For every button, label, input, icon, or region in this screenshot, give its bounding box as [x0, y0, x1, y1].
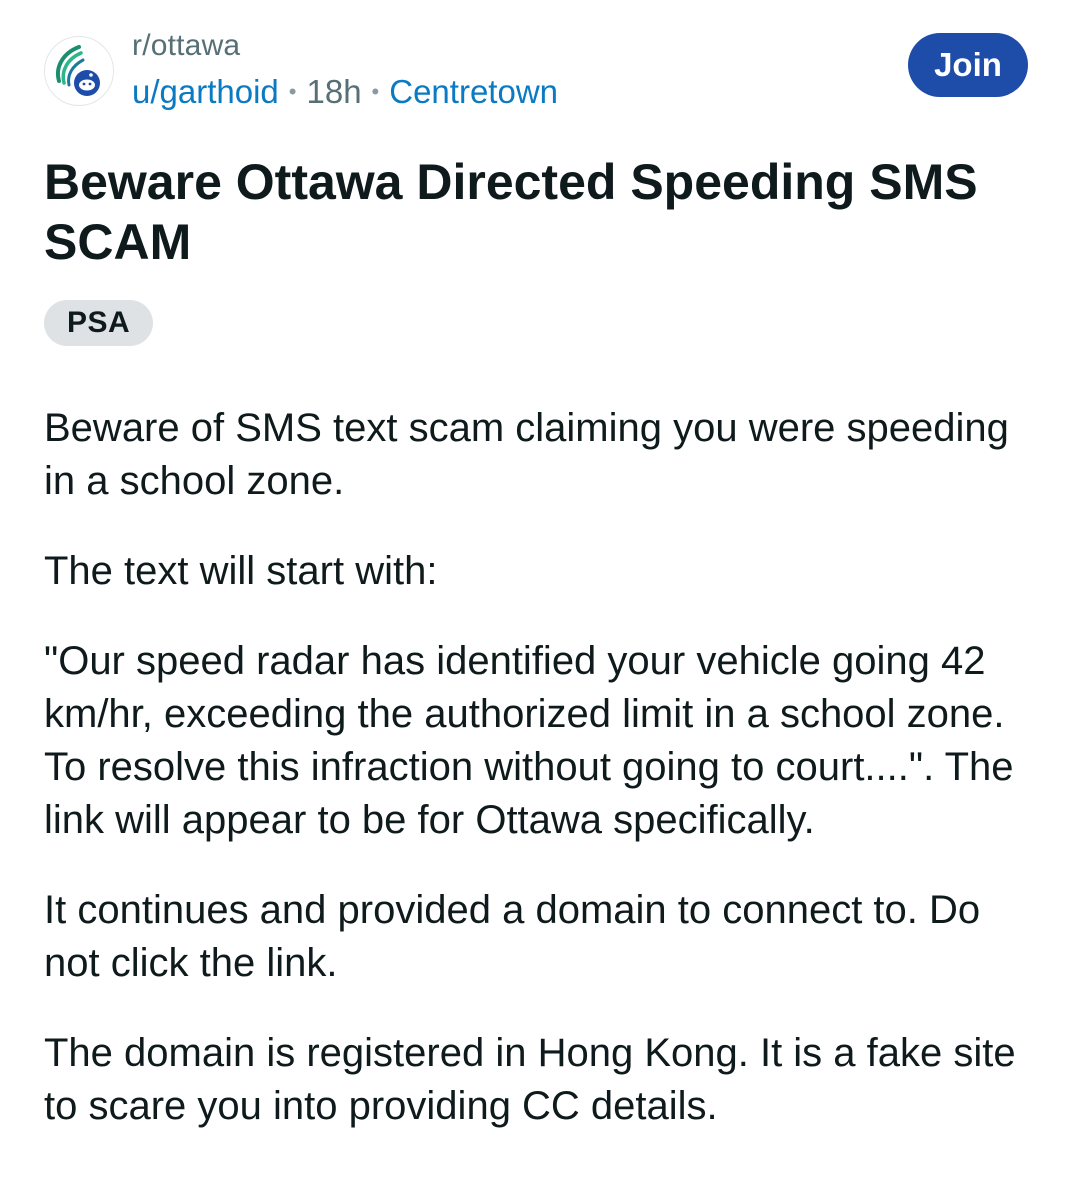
location-link[interactable]: Centretown: [389, 73, 558, 110]
post-byline: u/garthoid • 18h • Centretown: [132, 72, 558, 112]
separator-dot: •: [288, 79, 297, 104]
subreddit-name[interactable]: r/ottawa: [132, 28, 558, 64]
body-paragraph: Beware of SMS text scam claiming you wer…: [44, 406, 1009, 503]
post-header: r/ottawa u/garthoid • 18h • Centretown Join: [44, 28, 1028, 112]
body-paragraph: "Our speed radar has identified your veh…: [44, 639, 1014, 842]
author-link[interactable]: u/garthoid: [132, 73, 279, 110]
post-meta: r/ottawa u/garthoid • 18h • Centretown: [132, 28, 558, 112]
post-age: 18h: [306, 73, 362, 110]
body-paragraph: It continues and provided a domain to co…: [44, 888, 981, 985]
body-paragraph: The text will start with:: [44, 549, 438, 593]
separator-dot: •: [371, 79, 380, 104]
post-title[interactable]: Beware Ottawa Directed Speeding SMS SCAM: [44, 152, 1004, 272]
body-paragraph: The domain is registered in Hong Kong. I…: [44, 1031, 1016, 1128]
post-body: Beware of SMS text scam claiming you wer…: [44, 402, 1029, 1170]
join-button[interactable]: Join: [908, 33, 1028, 97]
post-flair[interactable]: PSA: [44, 300, 154, 346]
subreddit-avatar-icon[interactable]: [44, 36, 114, 106]
